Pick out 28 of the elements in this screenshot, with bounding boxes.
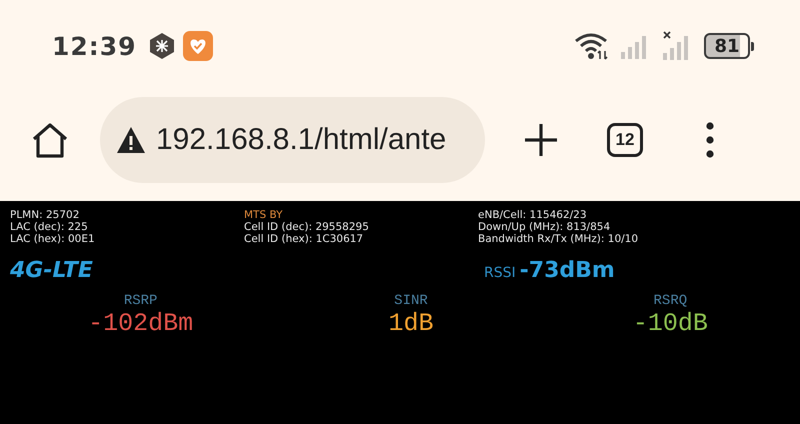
heart-app-icon [182,31,213,61]
address-field[interactable]: 192.168.8.1/html/ante [100,97,485,183]
info-text: LAC (dec): 225 [10,221,89,233]
metric-label: RSRQ [654,293,688,309]
warning-icon [116,126,146,154]
network-mode: 4G-LTE [10,258,94,282]
metric-value: 1dB [388,309,434,339]
tab-count-button[interactable]: 12 [607,123,643,157]
info-text: eNB/Cell: 115462/23 [478,209,588,221]
wifi-icon [574,32,610,60]
info-text: Bandwidth Rx/Tx (MHz): 10/10 [478,233,640,245]
info-text: Cell ID (dec): 29558295 [244,221,370,233]
plus-icon[interactable] [523,122,559,158]
info-text: Down/Up (MHz): 813/854 [478,221,612,233]
info-text: PLMN: 25702 [10,209,80,221]
hexagon-icon [148,32,175,60]
info-text: Cell ID (hex): 1C30617 [244,233,364,245]
metric-value: -102dBm [88,309,194,339]
operator-name: MTS BY [244,209,284,221]
info-text: LAC (hex): 00E1 [10,233,96,245]
menu-icon[interactable] [705,122,715,158]
clock-time: 12:39 [52,32,137,60]
metric-label: SINR [394,293,428,309]
rssi-label: RSSI [484,264,516,280]
battery-indicator: 81 [704,33,754,59]
metric-label: RSRP [124,293,158,309]
metric-value: -10dB [632,309,708,339]
rssi-value: -73dBm [520,258,615,282]
